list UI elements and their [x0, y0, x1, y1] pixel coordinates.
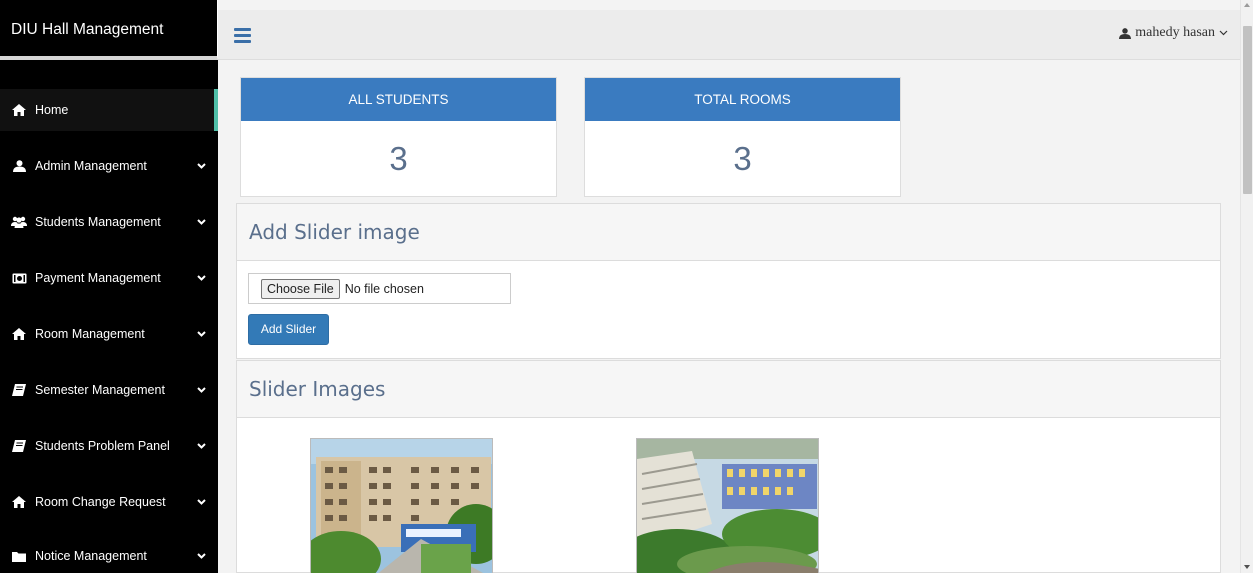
- file-status: No file chosen: [344, 281, 424, 296]
- stat-card-value: 3: [389, 140, 408, 177]
- sidebar-item-room-management[interactable]: Room Management: [0, 313, 218, 355]
- home-icon: [11, 327, 27, 341]
- sidebar-item-label: Room Change Request: [35, 495, 166, 509]
- file-input[interactable]: Choose File No file chosen: [248, 273, 511, 304]
- sidebar-item-label: Students Management: [35, 215, 161, 229]
- sidebar-item-label: Semester Management: [35, 383, 165, 397]
- user-name: mahedy hasan: [1135, 25, 1215, 40]
- panel-title: Add Slider image: [237, 204, 1220, 261]
- folder-icon: [11, 549, 27, 563]
- slider-images-panel: Slider Images: [236, 360, 1221, 573]
- top-bar: mahedy hasan: [218, 10, 1240, 60]
- chevron-down-icon: [1219, 30, 1228, 36]
- sidebar-item-students-management[interactable]: Students Management: [0, 201, 218, 243]
- users-icon: [11, 215, 27, 229]
- sidebar-item-admin-management[interactable]: Admin Management: [0, 145, 218, 187]
- brand-title[interactable]: DIU Hall Management: [0, 0, 218, 60]
- home-icon: [11, 495, 27, 509]
- sidebar-item-label: Room Management: [35, 327, 145, 341]
- hamburger-menu-icon[interactable]: [234, 28, 251, 43]
- sidebar-item-payment-management[interactable]: Payment Management: [0, 257, 218, 299]
- chevron-down-icon: [197, 499, 207, 505]
- home-icon: [11, 103, 27, 117]
- chevron-down-icon: [197, 387, 207, 393]
- sidebar-item-notice-management[interactable]: Notice Management: [0, 535, 218, 573]
- stat-card-value: 3: [733, 140, 752, 177]
- choose-file-button[interactable]: Choose File: [261, 278, 340, 299]
- sidebar-item-label: Students Problem Panel: [35, 439, 170, 453]
- chevron-down-icon: [197, 219, 207, 225]
- add-slider-panel: Add Slider image Choose File No file cho…: [236, 203, 1221, 359]
- stat-card-all-students: ALL STUDENTS 3: [240, 77, 557, 197]
- user-icon: [11, 159, 27, 173]
- chevron-down-icon: [197, 163, 207, 169]
- chevron-down-icon: [197, 331, 207, 337]
- sidebar-item-semester-management[interactable]: Semester Management: [0, 369, 218, 411]
- sidebar-item-label: Notice Management: [35, 549, 147, 563]
- panel-title: Slider Images: [237, 361, 1220, 418]
- scroll-up-arrow-icon[interactable]: [1244, 3, 1250, 7]
- chevron-down-icon: [197, 275, 207, 281]
- sidebar-item-label: Payment Management: [35, 271, 161, 285]
- stat-card-label: TOTAL ROOMS: [585, 78, 900, 121]
- sidebar-item-label: Home: [35, 103, 69, 117]
- money-icon: [11, 271, 27, 285]
- stat-card-label: ALL STUDENTS: [241, 78, 556, 121]
- sidebar-item-label: Admin Management: [35, 159, 147, 173]
- user-icon: [1119, 27, 1132, 39]
- stat-card-total-rooms: TOTAL ROOMS 3: [584, 77, 901, 197]
- scrollbar[interactable]: [1240, 0, 1253, 573]
- chevron-down-icon: [197, 443, 207, 449]
- sidebar-item-home[interactable]: Home: [0, 89, 218, 131]
- sidebar: DIU Hall Management Home Admin Managemen…: [0, 0, 218, 573]
- scroll-thumb[interactable]: [1243, 26, 1252, 194]
- scroll-down-arrow-icon[interactable]: [1244, 565, 1250, 569]
- user-menu[interactable]: mahedy hasan: [1119, 25, 1228, 41]
- chevron-down-icon: [197, 553, 207, 559]
- add-slider-button[interactable]: Add Slider: [248, 314, 329, 345]
- book-icon: [11, 383, 27, 397]
- slider-image[interactable]: [310, 438, 493, 573]
- book-icon: [11, 439, 27, 453]
- slider-image[interactable]: [636, 438, 819, 573]
- sidebar-item-room-change-request[interactable]: Room Change Request: [0, 481, 218, 523]
- sidebar-item-students-problem-panel[interactable]: Students Problem Panel: [0, 425, 218, 467]
